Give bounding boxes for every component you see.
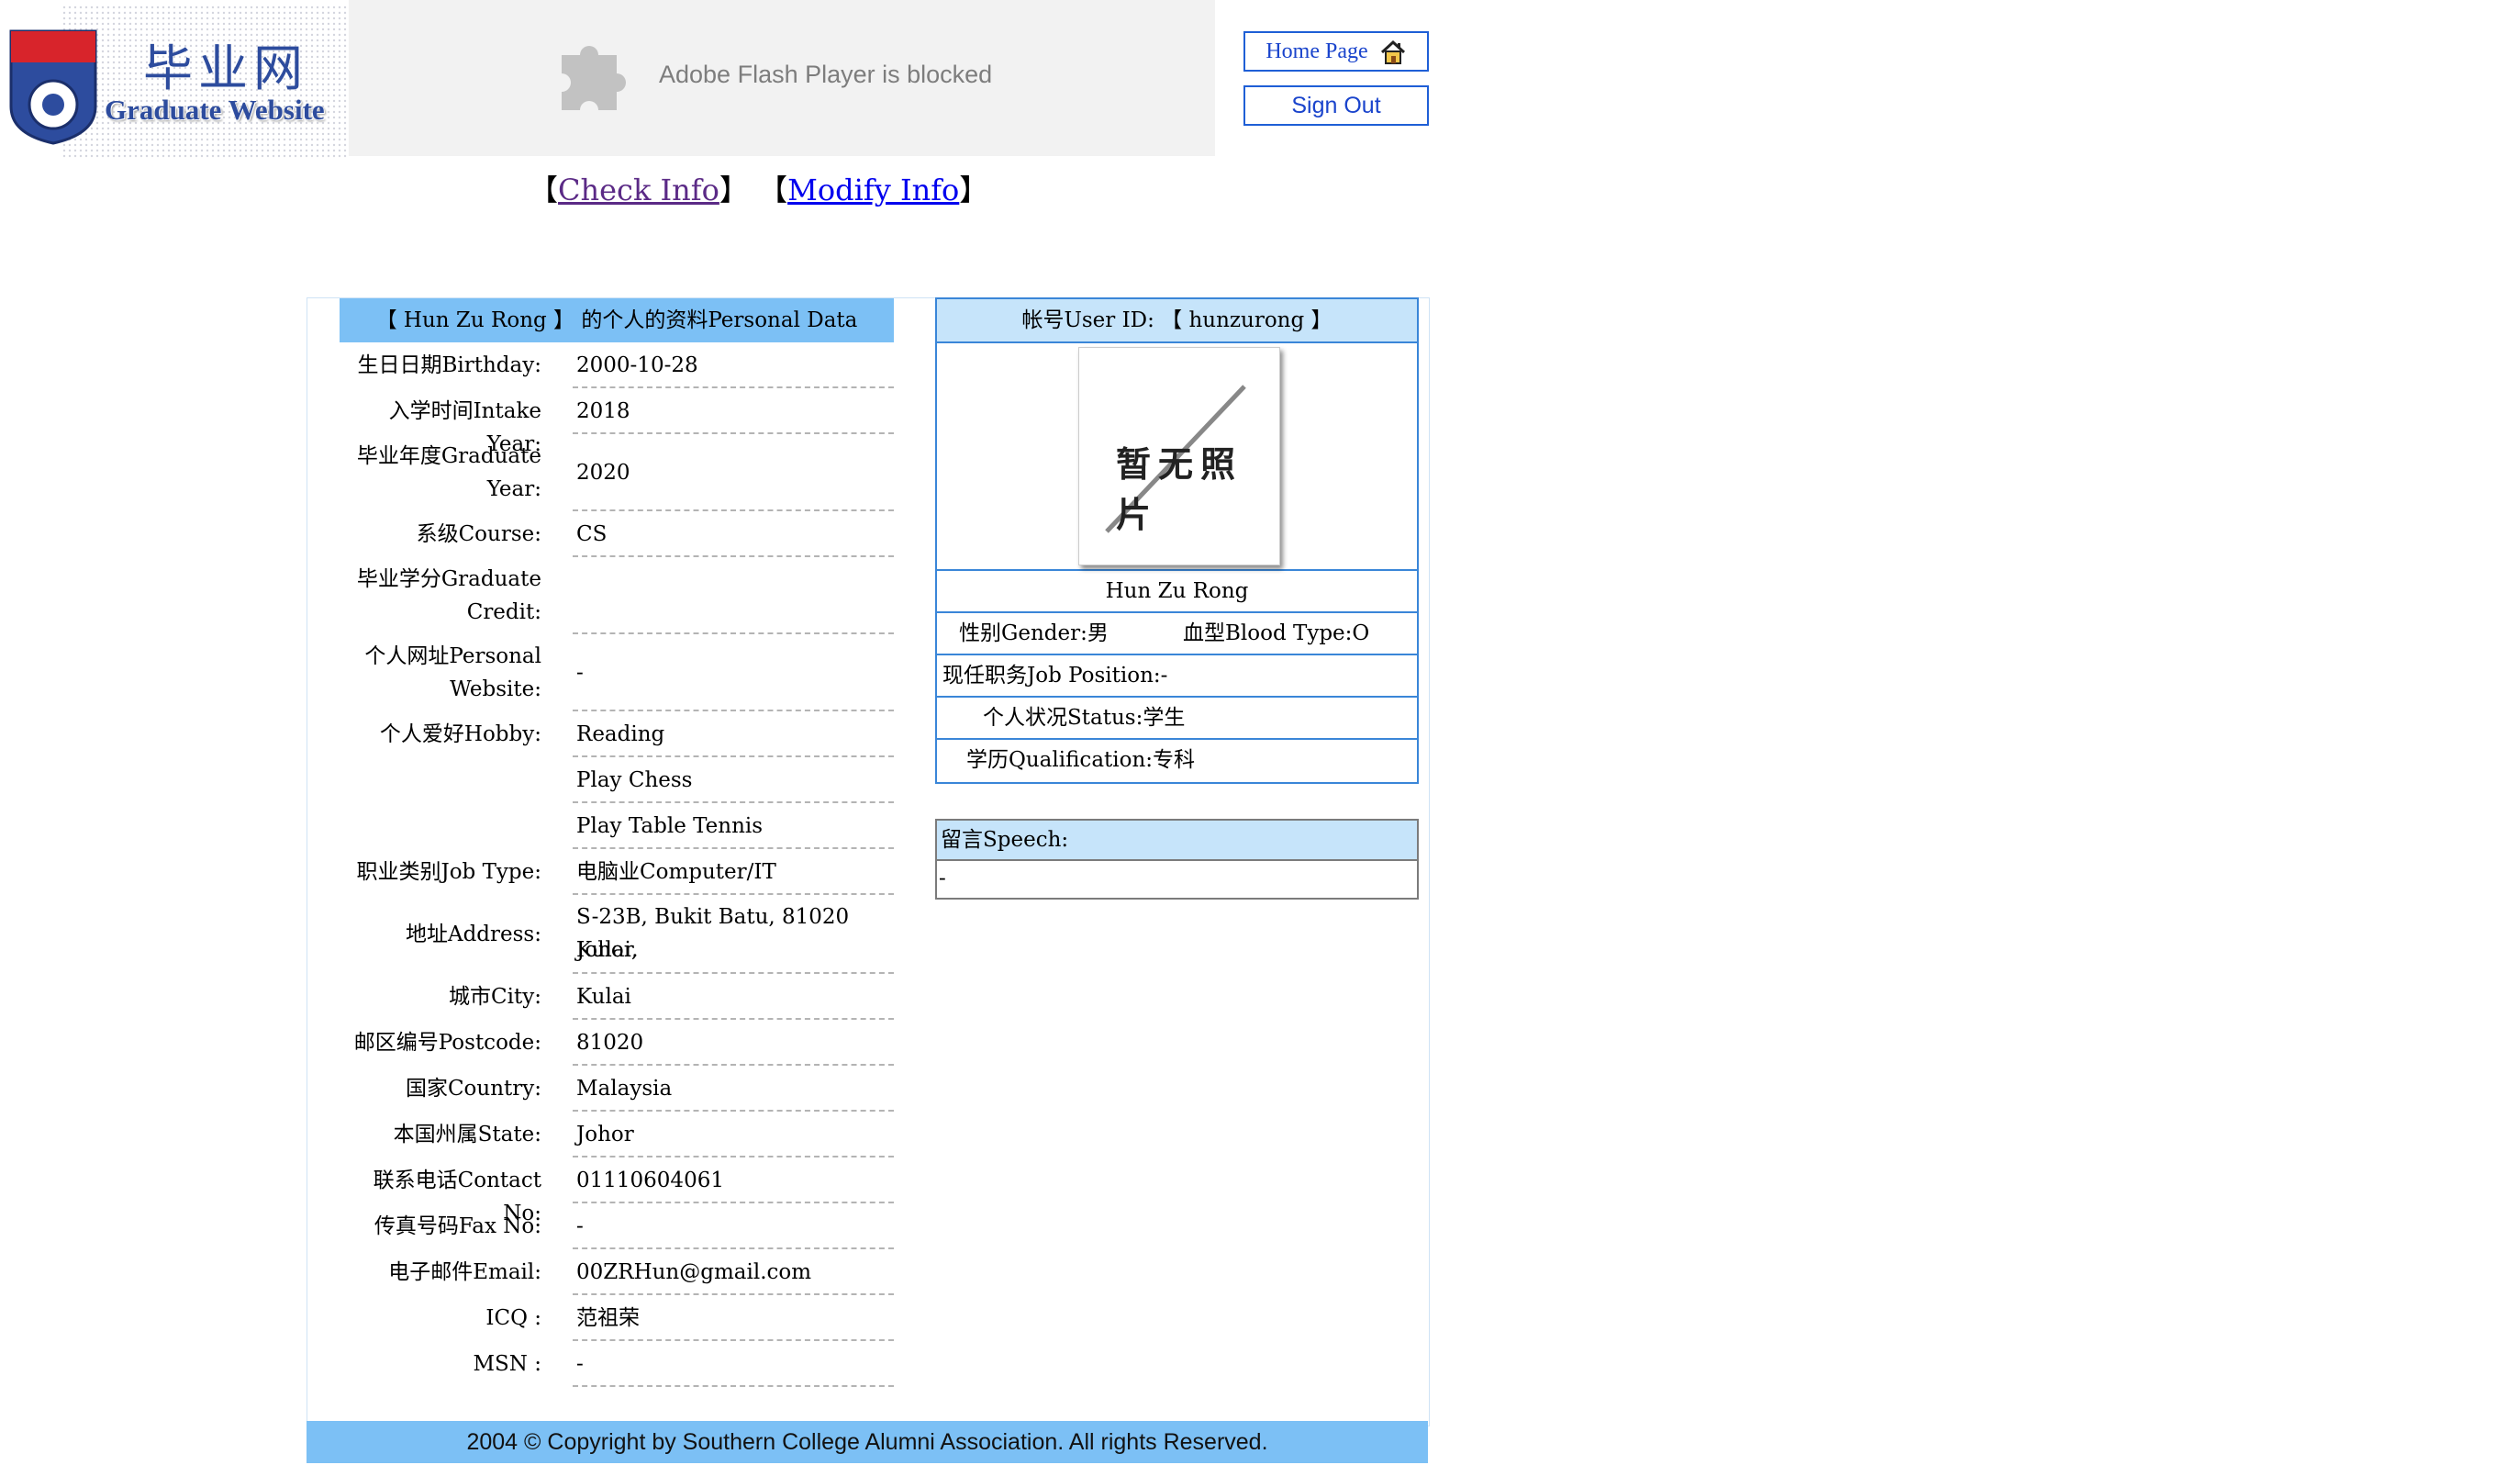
field-value: Malaysia — [576, 1077, 673, 1101]
field-value: - — [576, 1352, 584, 1376]
field-value-cont: Johor. — [576, 938, 639, 962]
field-label: 个人爱好Hobby: — [379, 722, 541, 746]
field-value: 2000-10-28 — [576, 353, 698, 377]
field-value: - — [576, 661, 584, 685]
field-label: 电子邮件Email: — [388, 1260, 541, 1284]
field-value: 2020 — [576, 461, 630, 485]
profile-name: Hun Zu Rong — [935, 571, 1419, 613]
check-info-link[interactable]: Check Info — [558, 173, 719, 207]
field-value: Johor — [576, 1123, 634, 1146]
field-label: 毕业学分Graduate — [356, 567, 541, 591]
data-row-course: 系级Course: CS — [340, 511, 894, 557]
sign-out-button[interactable]: Sign Out — [1243, 85, 1429, 126]
photo-cell: 暂无照片 — [935, 343, 1419, 571]
bracket-open: 【 — [758, 173, 788, 207]
bracket-close: 】 — [959, 173, 989, 207]
data-row-graduate-year: 毕业年度Graduate Year: 2020 — [340, 434, 894, 511]
field-value: Reading — [576, 722, 665, 746]
field-label: 本国州属State: — [393, 1123, 541, 1146]
data-row-fax: 传真号码Fax No: - — [340, 1203, 894, 1249]
data-row-postcode: 邮区编号Postcode: 81020 — [340, 1020, 894, 1066]
data-row-msn: MSN : - — [340, 1341, 894, 1387]
data-row-hobby: 个人爱好Hobby: Reading — [340, 711, 894, 757]
field-label: 职业类别Job Type: — [356, 860, 541, 884]
home-page-button[interactable]: Home Page — [1243, 31, 1429, 72]
speech-header: 留言Speech: — [935, 819, 1419, 861]
qualification: 学历Qualification:专科 — [935, 740, 1419, 784]
home-icon — [1380, 40, 1405, 65]
puzzle-plugin-icon — [562, 46, 626, 110]
row-divider — [573, 1385, 894, 1387]
gender-value: 性别Gender:男 — [959, 621, 1109, 645]
field-value: Play Chess — [576, 768, 693, 792]
data-row-country: 国家Country: Malaysia — [340, 1066, 894, 1112]
personal-data-header: 【 Hun Zu Rong 】 的个人的资料Personal Data — [340, 298, 894, 342]
data-row-hobby-2: Play Chess — [340, 757, 894, 803]
field-value: - — [576, 1214, 584, 1238]
data-row-icq: ICQ : 范祖荣 — [340, 1295, 894, 1341]
field-label: 城市City: — [449, 985, 541, 1009]
site-logo: 毕业网 Graduate Website — [7, 6, 347, 158]
bracket-close: 】 — [719, 173, 749, 207]
field-label: 生日日期Birthday: — [357, 353, 542, 377]
field-label: ICQ : — [485, 1306, 541, 1330]
data-row-state: 本国州属State: Johor — [340, 1112, 894, 1157]
field-value: 01110604061 — [576, 1169, 724, 1192]
gender-blood-row: 性别Gender:男 血型Blood Type:O — [935, 613, 1419, 655]
bracket-open: 【 — [529, 173, 559, 207]
flash-player-placeholder[interactable]: Adobe Flash Player is blocked — [349, 0, 1215, 156]
job-position: 现任职务Job Position:- — [935, 655, 1419, 698]
personal-status: 个人状况Status:学生 — [935, 698, 1419, 740]
logo-chinese-text: 毕业网 — [143, 39, 308, 97]
field-value: 00ZRHun@gmail.com — [576, 1260, 812, 1284]
logo-english-text: Graduate Website — [105, 94, 325, 126]
field-value: 2018 — [576, 399, 630, 423]
data-row-address: 地址Address: S-23B, Bukit Batu, 81020 Kula… — [340, 895, 894, 974]
flash-blocked-message: Adobe Flash Player is blocked — [659, 61, 993, 88]
field-value: CS — [576, 522, 608, 546]
field-label: 传真号码Fax No: — [374, 1214, 541, 1238]
field-label-cont: Website: — [450, 677, 541, 701]
data-row-birthday: 生日日期Birthday: 2000-10-28 — [340, 342, 894, 388]
data-row-contact: 联系电话Contact No: 01110604061 — [340, 1157, 894, 1225]
field-value: 81020 — [576, 1031, 644, 1055]
field-value: Play Table Tennis — [576, 814, 764, 838]
field-label: 地址Address: — [405, 923, 541, 946]
field-label: 个人网址Personal — [364, 644, 541, 668]
speech-content: - — [935, 861, 1419, 900]
data-row-city: 城市City: Kulai — [340, 974, 894, 1020]
field-label: 邮区编号Postcode: — [353, 1031, 541, 1055]
home-page-label: Home Page — [1266, 39, 1368, 63]
modify-info-link[interactable]: Modify Info — [787, 173, 959, 207]
field-label: 毕业年度Graduate — [356, 444, 541, 468]
copyright-footer: 2004 © Copyright by Southern College Alu… — [307, 1421, 1428, 1463]
data-row-email: 电子邮件Email: 00ZRHun@gmail.com — [340, 1249, 894, 1295]
user-id-header: 帐号User ID: 【 hunzurong 】 — [935, 297, 1419, 343]
data-row-hobby-3: Play Table Tennis — [340, 803, 894, 849]
info-nav: 【Check Info】 【Modify Info】 — [529, 167, 988, 209]
field-label: 系级Course: — [416, 522, 541, 546]
data-row-job-type: 职业类别Job Type: 电脑业Computer/IT — [340, 849, 894, 895]
data-row-intake-year: 入学时间Intake Year: 2018 — [340, 388, 894, 456]
field-value: 电脑业Computer/IT — [576, 860, 776, 884]
field-label-cont: Credit: — [466, 600, 541, 624]
blood-type-value: 血型Blood Type:O — [1183, 621, 1370, 645]
data-row-website: 个人网址Personal Website: - — [340, 634, 894, 711]
field-label: 国家Country: — [405, 1077, 541, 1101]
field-label-cont: Year: — [486, 477, 541, 501]
field-value: 范祖荣 — [576, 1306, 640, 1330]
field-value: Kulai — [576, 985, 631, 1009]
profile-photo: 暂无照片 — [1078, 347, 1280, 565]
no-photo-text: 暂无照片 — [1116, 444, 1243, 535]
data-row-graduate-credit: 毕业学分Graduate Credit: — [340, 557, 894, 634]
field-label: MSN : — [473, 1352, 542, 1376]
